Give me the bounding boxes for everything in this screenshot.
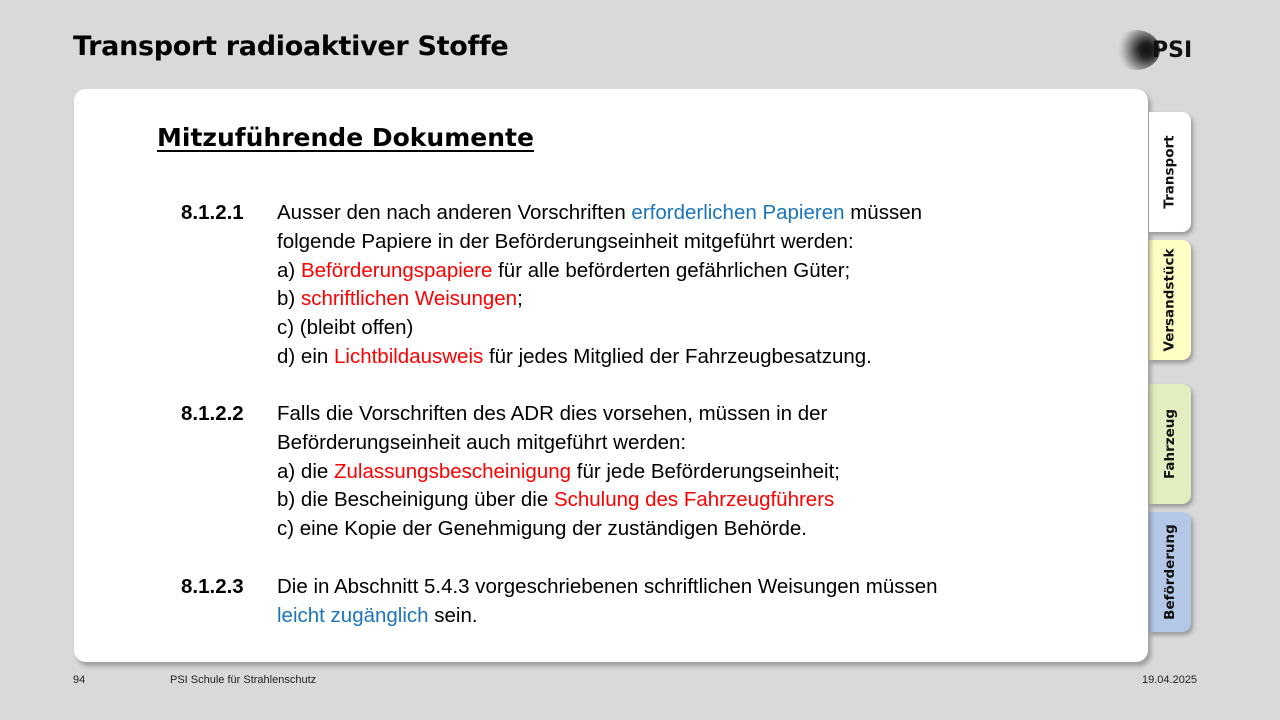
paragraph-line: d) ein Lichtbildausweis für jedes Mitgli… [277, 343, 1081, 372]
paragraph-line: b) die Bescheinigung über die Schulung d… [277, 486, 1081, 515]
text-segment: für jede Beförderungseinheit; [571, 459, 840, 483]
tab-befoerderung[interactable]: Beförderung [1149, 512, 1191, 632]
tab-fahrzeug[interactable]: Fahrzeug [1149, 384, 1191, 504]
text-segment: sein. [428, 603, 478, 627]
tab-versandstueck[interactable]: Versandstück [1149, 240, 1191, 360]
paragraph-number: 8.1.2.2 [181, 402, 244, 425]
paragraph-number: 8.1.2.1 [181, 201, 244, 224]
text-segment: Ausser den nach anderen Vorschriften [277, 201, 632, 224]
text-segment: b) die Bescheinigung über die [277, 488, 554, 512]
slide-title: Transport radioaktiver Stoffe [73, 31, 509, 62]
footer-date: 19.04.2025 [1142, 674, 1198, 686]
text-segment: ; [517, 287, 523, 311]
paragraph-8-1-2-2: 8.1.2.2 Falls die Vorschriften des ADR d… [181, 400, 1081, 544]
text-segment: b) [277, 287, 301, 311]
tab-transport[interactable]: Transport [1149, 112, 1191, 232]
footer-organization: PSI Schule für Strahlenschutz [170, 674, 317, 686]
text-segment: müssen [844, 201, 923, 224]
text-segment: c) eine Kopie der Genehmigung der zustän… [277, 517, 807, 541]
highlighted-term: Lichtbildausweis [333, 344, 484, 368]
paragraph-lines: Ausser den nach anderen Vorschriften erf… [277, 199, 1081, 372]
psi-logo: PSI [1112, 30, 1212, 70]
tab-transport-label: Transport [1162, 135, 1179, 209]
paragraph-8-1-2-3: 8.1.2.3 Die in Abschnitt 5.4.3 vorgeschr… [181, 573, 1081, 631]
paragraph-line: leicht zugänglich sein. [277, 602, 1081, 631]
psi-logo-text: PSI [1152, 37, 1193, 63]
highlighted-term: Beförderungspapiere [300, 258, 493, 282]
highlighted-term: Schulung des Fahrzeugführers [553, 488, 835, 512]
content-card: Mitzuführende Dokumente 8.1.2.1 Ausser d… [74, 89, 1148, 662]
tab-versandstueck-label: Versandstück [1162, 248, 1178, 352]
paragraph-line: c) (bleibt offen) [277, 314, 1081, 343]
text-segment: Falls die Vorschriften des ADR dies vors… [277, 402, 828, 425]
page-number: 94 [73, 674, 86, 686]
text-segment: c) (bleibt offen) [277, 316, 414, 340]
text-segment: Die in Abschnitt 5.4.3 vorgeschriebenen … [277, 575, 938, 598]
text-segment: a) die [277, 459, 334, 483]
paragraph-line: a) die Zulassungsbescheinigung für jede … [277, 458, 1081, 487]
text-segment: Beförderungseinheit auch mitgeführt werd… [277, 430, 687, 454]
paragraph-lines: Falls die Vorschriften des ADR dies vors… [277, 400, 1081, 544]
paragraph-line: b) schriftlichen Weisungen; [277, 285, 1081, 314]
paragraph-line: a) Beförderungspapiere für alle beförder… [277, 257, 1081, 286]
paragraph-line: folgende Papiere in der Beförderungseinh… [277, 228, 1081, 257]
paragraph-line: Beförderungseinheit auch mitgeführt werd… [277, 429, 1081, 458]
highlighted-term: schriftlichen Weisungen [300, 287, 518, 311]
highlighted-term: Zulassungsbescheinigung [333, 459, 572, 483]
text-segment: folgende Papiere in der Beförderungseinh… [277, 229, 854, 253]
highlighted-term: leicht zugänglich [277, 603, 429, 627]
text-segment: d) ein [277, 344, 334, 368]
tab-fahrzeug-label: Fahrzeug [1162, 408, 1179, 480]
highlighted-term: erforderlichen Papieren [631, 201, 845, 224]
text-segment: a) [277, 258, 301, 282]
paragraph-line: Die in Abschnitt 5.4.3 vorgeschriebenen … [277, 573, 1081, 602]
paragraph-8-1-2-1: 8.1.2.1 Ausser den nach anderen Vorschri… [181, 199, 1081, 372]
tab-befoerderung-label: Beförderung [1162, 524, 1178, 620]
text-segment: für alle beförderten gefährlichen Güter; [492, 258, 851, 282]
paragraph-line: c) eine Kopie der Genehmigung der zustän… [277, 515, 1081, 544]
paragraph-line: Falls die Vorschriften des ADR dies vors… [277, 400, 1081, 429]
section-heading: Mitzuführende Dokumente [157, 123, 534, 152]
paragraph-lines: Die in Abschnitt 5.4.3 vorgeschriebenen … [277, 573, 1081, 631]
paragraph-line: Ausser den nach anderen Vorschriften erf… [277, 199, 1081, 228]
paragraph-number: 8.1.2.3 [181, 575, 244, 598]
text-segment: für jedes Mitglied der Fahrzeugbesatzung… [483, 344, 872, 368]
